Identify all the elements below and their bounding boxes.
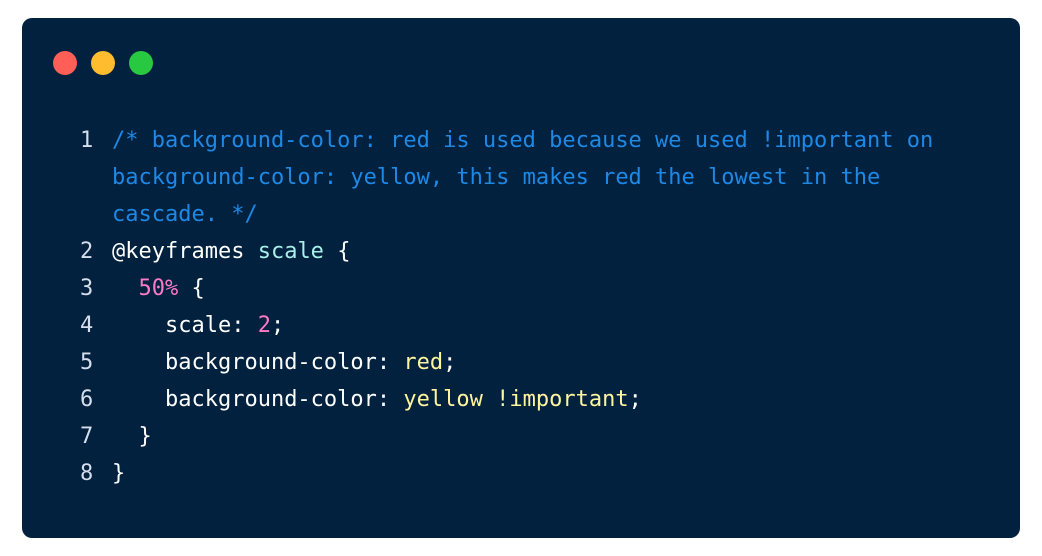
line-number: 7 [80, 424, 94, 449]
code-line: 1 /* background-color: red is used becau… [78, 122, 978, 233]
code-content: scale: 2; [106, 307, 978, 344]
css-value: 2 [257, 313, 271, 338]
code-line: 3 50% { [78, 270, 978, 307]
close-brace: } [138, 424, 152, 449]
css-value: red [403, 350, 444, 375]
code-block: 1 /* background-color: red is used becau… [78, 122, 978, 492]
code-line: 2 @keyframes scale { [78, 233, 978, 270]
css-value: yellow !important [403, 387, 629, 412]
line-number: 1 [80, 128, 94, 153]
close-button[interactable] [53, 51, 77, 75]
code-line: 5 background-color: red; [78, 344, 978, 381]
code-line: 7 } [78, 418, 978, 455]
line-number: 6 [80, 387, 94, 412]
code-comment: /* background-color: red is used because… [112, 128, 947, 227]
keyframe-selector: 50% [138, 276, 179, 301]
code-window: 1 /* background-color: red is used becau… [22, 18, 1020, 538]
code-content: background-color: red; [106, 344, 978, 381]
line-number: 3 [80, 276, 94, 301]
semicolon: ; [443, 350, 457, 375]
close-brace: } [112, 461, 126, 486]
line-number: 5 [80, 350, 94, 375]
at-rule: @keyframes [112, 239, 245, 264]
window-controls [53, 51, 153, 75]
code-content: } [106, 418, 978, 455]
code-line: 6 background-color: yellow !important; [78, 381, 978, 418]
open-brace: { [191, 276, 205, 301]
code-line: 8 } [78, 455, 978, 492]
semicolon: ; [270, 313, 285, 338]
colon: : [231, 313, 258, 338]
code-content: 50% { [106, 270, 978, 307]
code-content: @keyframes scale { [106, 233, 978, 270]
maximize-button[interactable] [129, 51, 153, 75]
open-brace: { [337, 239, 351, 264]
keyframes-name: scale [257, 239, 324, 264]
colon: : [376, 387, 404, 412]
css-property: background-color [164, 387, 377, 412]
minimize-button[interactable] [91, 51, 115, 75]
code-content: } [106, 455, 978, 492]
css-property: background-color [164, 350, 377, 375]
code-content: background-color: yellow !important; [106, 381, 978, 418]
semicolon: ; [628, 387, 642, 412]
line-number: 4 [80, 313, 94, 338]
code-line: 4 scale: 2; [78, 307, 978, 344]
colon: : [376, 350, 404, 375]
line-number: 8 [80, 461, 94, 486]
line-number: 2 [80, 239, 94, 264]
css-property: scale [164, 313, 232, 338]
